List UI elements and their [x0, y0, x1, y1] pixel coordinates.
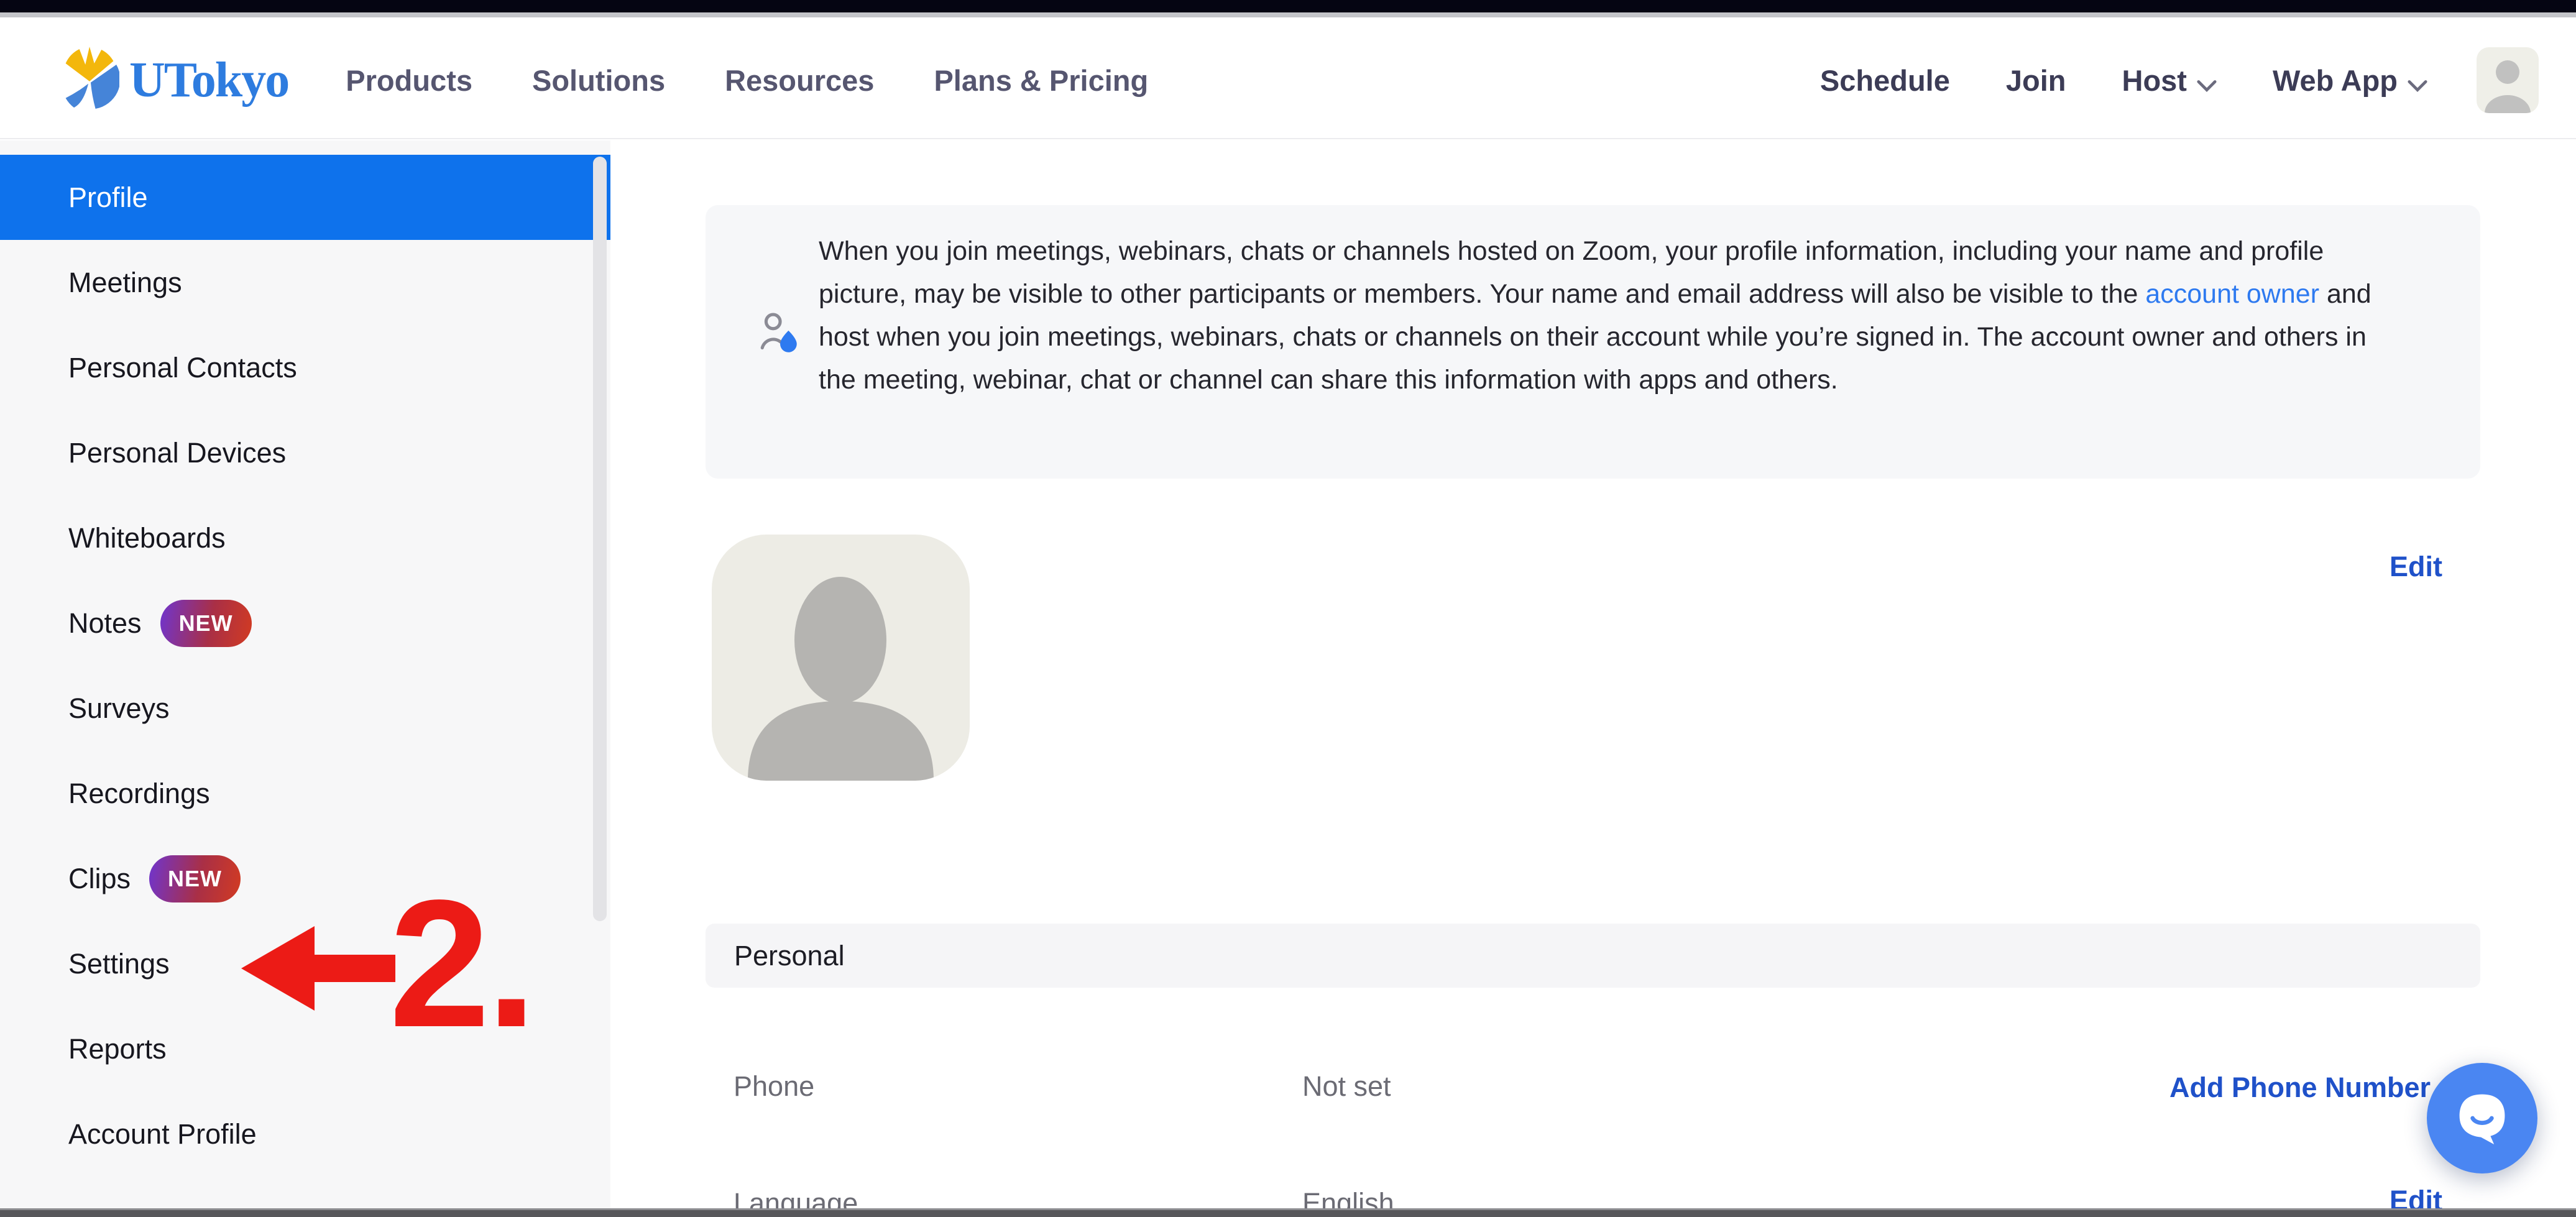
account-nav: Schedule Join Host Web App [1792, 47, 2539, 113]
personal-section-header: Personal [706, 924, 2480, 988]
utokyo-wordmark: UTokyo [129, 52, 288, 109]
sidebar-item-label: Surveys [68, 692, 170, 725]
sidebar-item-label: Account Profile [68, 1118, 257, 1150]
sidebar-item-whiteboards[interactable]: Whiteboards [0, 495, 610, 581]
utokyo-logo[interactable]: UTokyo [60, 45, 288, 116]
chat-widget-button[interactable] [2427, 1063, 2537, 1173]
sidebar-item-profile[interactable]: Profile [0, 155, 610, 240]
privacy-notice-card: When you join meetings, webinars, chats … [706, 205, 2480, 479]
nav-schedule[interactable]: Schedule [1792, 63, 1978, 98]
nav-plans-pricing[interactable]: Plans & Pricing [904, 63, 1178, 98]
language-value: English [1302, 1187, 1394, 1208]
annotation-step-number: 2. [389, 873, 533, 1054]
sidebar-item-label: Meetings [68, 267, 182, 299]
nav-products[interactable]: Products [316, 63, 502, 98]
chevron-down-icon [2197, 66, 2217, 100]
personal-section-title: Personal [734, 940, 845, 972]
chevron-down-icon [2408, 66, 2427, 100]
privacy-text-before: When you join meetings, webinars, chats … [819, 236, 2324, 309]
annotation-arrow-icon [241, 926, 395, 1011]
sidebar-item-label: Clips [68, 863, 131, 895]
person-icon [2477, 47, 2539, 113]
browser-chrome-top-strip [0, 0, 2576, 17]
privacy-notice-text: When you join meetings, webinars, chats … [819, 230, 2401, 402]
sidebar-item-meetings[interactable]: Meetings [0, 240, 610, 325]
top-nav: UTokyo Products Solutions Resources Plan… [0, 22, 2576, 139]
sidebar-item-label: Personal Devices [68, 437, 286, 469]
nav-join-label: Join [2006, 63, 2066, 98]
utokyo-ginkgo-icon [60, 45, 119, 116]
nav-schedule-label: Schedule [1820, 63, 1950, 98]
browser-chrome-bottom-strip [0, 1208, 2576, 1217]
sidebar-item-label: Reports [68, 1033, 167, 1065]
new-badge: NEW [149, 855, 241, 902]
sidebar-item-label: Profile [68, 181, 148, 214]
nav-join[interactable]: Join [1978, 63, 2094, 98]
sidebar-item-recordings[interactable]: Recordings [0, 751, 610, 836]
person-privacy-icon [759, 312, 800, 360]
sidebar-item-label: Personal Contacts [68, 352, 297, 384]
sidebar-item-label: Settings [68, 948, 170, 980]
profile-content: When you join meetings, webinars, chats … [610, 140, 2576, 1208]
sidebar-item-label: Recordings [68, 778, 210, 810]
primary-nav: Products Solutions Resources Plans & Pri… [316, 63, 1178, 98]
account-avatar[interactable] [2477, 47, 2539, 113]
account-owner-link[interactable]: account owner [2145, 279, 2319, 309]
language-edit-link[interactable]: Edit [2390, 1185, 2442, 1208]
nav-web-app-label: Web App [2273, 63, 2398, 98]
profile-edit-link[interactable]: Edit [2390, 551, 2442, 583]
new-badge: NEW [160, 600, 252, 647]
sidebar-item-label: Notes [68, 607, 142, 640]
sidebar-scrollbar[interactable] [593, 157, 607, 921]
sidebar-item-personal-devices[interactable]: Personal Devices [0, 410, 610, 495]
sidebar-item-personal-contacts[interactable]: Personal Contacts [0, 325, 610, 410]
zoom-web-portal: UTokyo Products Solutions Resources Plan… [0, 0, 2576, 1217]
nav-resources[interactable]: Resources [695, 63, 904, 98]
profile-picture[interactable] [712, 535, 970, 781]
sidebar-item-label: Whiteboards [68, 522, 226, 554]
nav-host-label: Host [2122, 63, 2187, 98]
phone-label: Phone [734, 1070, 814, 1103]
nav-solutions[interactable]: Solutions [502, 63, 695, 98]
language-label: Language [734, 1187, 858, 1208]
nav-host-dropdown[interactable]: Host [2094, 61, 2245, 100]
chat-bubble-icon [2452, 1090, 2512, 1147]
sidebar-item-notes[interactable]: Notes NEW [0, 581, 610, 666]
person-silhouette-icon [712, 535, 970, 781]
sidebar-item-account-profile[interactable]: Account Profile [0, 1091, 610, 1177]
nav-web-app-dropdown[interactable]: Web App [2245, 61, 2455, 100]
sidebar-item-surveys[interactable]: Surveys [0, 666, 610, 751]
add-phone-number-link[interactable]: Add Phone Number [2169, 1072, 2431, 1104]
phone-value: Not set [1302, 1070, 1391, 1103]
